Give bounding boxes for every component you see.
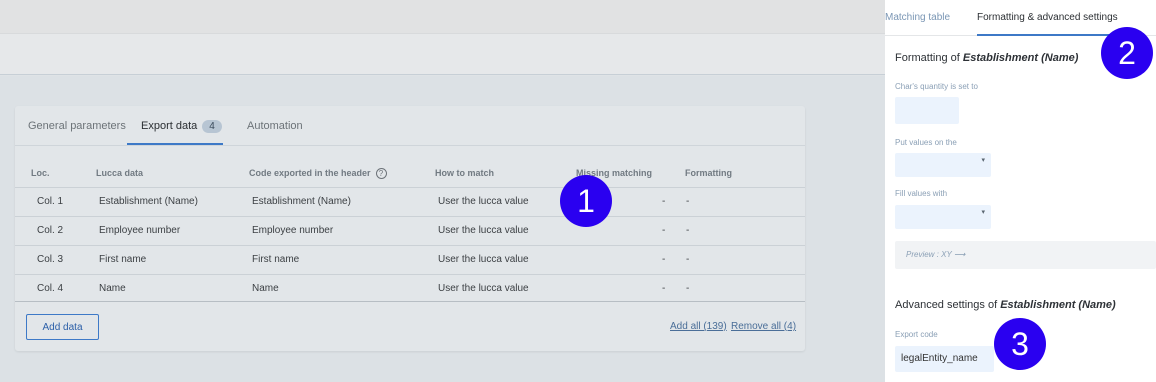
export-card: General parameters Export data 4 Automati… [15,106,805,351]
tab-bar: General parameters Export data 4 Automati… [15,106,805,146]
cell-how: User the lucca value [438,283,529,294]
cell-missing: - [662,254,666,265]
tab-export-data-label: Export data [141,120,198,132]
tab-export-data[interactable]: Export data 4 [141,120,222,133]
preview-box: Preview : XY ⟶ [895,241,1156,269]
panel-active-tab-underline [977,34,1127,36]
advanced-title-prefix: Advanced settings of [895,299,1001,311]
cell-loc: Col. 2 [37,225,64,236]
export-code-input[interactable]: legalEntity_name [895,346,994,372]
cell-how: User the lucca value [438,196,529,207]
export-code-label: Export code [895,330,938,339]
toolbar-band [0,33,885,75]
formatting-title-prefix: Formatting of [895,52,963,64]
add-data-button[interactable]: Add data [26,314,99,340]
header-formatting: Formatting [685,168,732,178]
table-row[interactable]: Col. 4 Name Name User the lucca value - … [15,274,805,303]
header-code-label: Code exported in the header [249,168,371,178]
header-how-to-match: How to match [435,168,495,178]
chars-quantity-label: Char's quantity is set to [895,82,978,91]
formatting-title: Formatting of Establishment (Name) [895,52,1078,64]
annotation-marker-1: 1 [560,175,612,227]
header-loc: Loc. [31,168,50,178]
advanced-settings-title: Advanced settings of Establishment (Name… [895,299,1116,311]
cell-lucca-data: Name [99,283,126,294]
help-circle-icon[interactable]: ? [375,168,387,180]
put-values-label: Put values on the [895,138,957,147]
header-code: Code exported in the header? [249,168,387,180]
table-row[interactable]: Col. 1 Establishment (Name) Establishmen… [15,187,805,216]
cell-lucca-data: Establishment (Name) [99,196,198,207]
export-count-badge: 4 [202,120,222,133]
chars-quantity-input[interactable] [895,97,959,124]
table-row[interactable]: Col. 2 Employee number Employee number U… [15,216,805,245]
cell-formatting: - [686,196,690,207]
caret-down-icon: ▾ [981,157,985,164]
tab-general-parameters[interactable]: General parameters [28,120,126,132]
remove-all-link[interactable]: Remove all (4) [731,321,796,332]
fill-values-select[interactable]: ▾ [895,205,991,229]
annotation-marker-3: 3 [994,318,1046,370]
preview-text: Preview : XY ⟶ [906,250,966,259]
cell-loc: Col. 3 [37,254,64,265]
cell-loc: Col. 4 [37,283,64,294]
cell-code: Name [252,283,279,294]
cell-how: User the lucca value [438,225,529,236]
caret-down-icon: ▾ [981,209,985,216]
active-tab-underline [127,143,223,145]
fill-values-label: Fill values with [895,189,948,198]
tab-matching-table[interactable]: Matching table [885,12,950,23]
cell-formatting: - [686,254,690,265]
header-lucca-data: Lucca data [96,168,144,178]
app-header [0,0,885,33]
cell-missing: - [662,283,666,294]
cell-code: First name [252,254,300,265]
formatting-field-name: Establishment (Name) [962,52,1079,64]
cell-formatting: - [686,283,690,294]
annotation-marker-2: 2 [1101,27,1153,79]
cell-lucca-data: Employee number [99,225,181,236]
cell-formatting: - [686,225,690,236]
table-row[interactable]: Col. 3 First name First name User the lu… [15,245,805,274]
cell-code: Establishment (Name) [252,196,351,207]
add-all-link[interactable]: Add all (139) [670,321,727,332]
put-values-select[interactable]: ▾ [895,153,991,177]
tab-formatting-advanced[interactable]: Formatting & advanced settings [977,12,1118,23]
cell-missing: - [662,225,666,236]
cell-missing: - [662,196,666,207]
cell-lucca-data: First name [99,254,147,265]
cell-how: User the lucca value [438,254,529,265]
table-divider [15,301,805,302]
advanced-field-name: Establishment (Name) [1000,299,1116,311]
cell-loc: Col. 1 [37,196,64,207]
cell-code: Employee number [252,225,334,236]
tab-automation[interactable]: Automation [247,120,303,132]
